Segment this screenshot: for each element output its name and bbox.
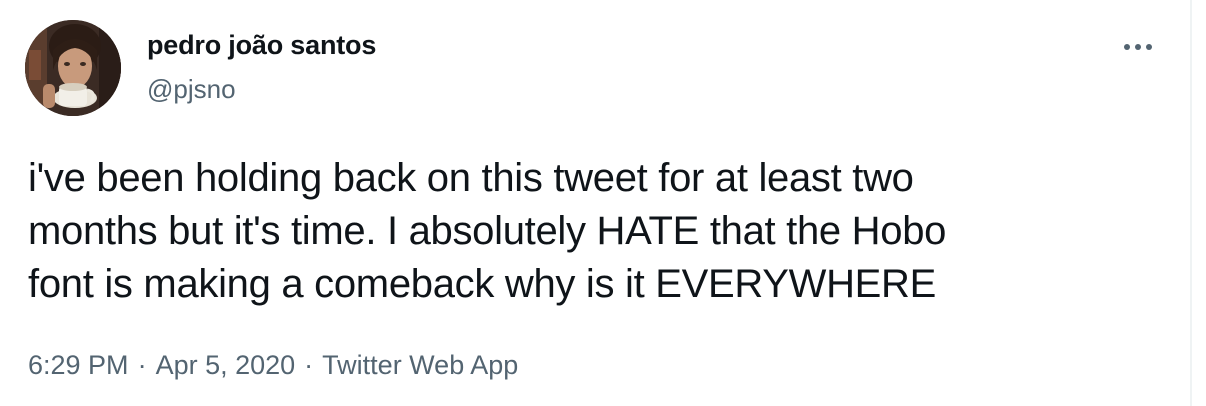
more-options-button[interactable] [1116,30,1160,64]
author-display-name[interactable]: pedro joão santos [147,30,376,61]
tweet-metadata: 6:29 PM · Apr 5, 2020 · Twitter Web App [28,350,518,381]
tweet-card: pedro joão santos @pjsno i've been holdi… [0,0,1190,406]
tweet-text: i've been holding back on this tweet for… [28,156,947,306]
meta-separator: · [137,350,147,380]
more-horizontal-icon [1124,44,1152,50]
tweet-timestamp-time[interactable]: 6:29 PM [28,350,129,381]
avatar[interactable] [25,20,121,116]
tweet-timestamp-date[interactable]: Apr 5, 2020 [156,350,296,381]
column-divider [1190,0,1192,406]
tweet-source-link[interactable]: Twitter Web App [322,350,518,381]
author-handle[interactable]: @pjsno [147,74,236,105]
meta-separator: · [304,350,314,380]
avatar-photo [25,20,121,116]
